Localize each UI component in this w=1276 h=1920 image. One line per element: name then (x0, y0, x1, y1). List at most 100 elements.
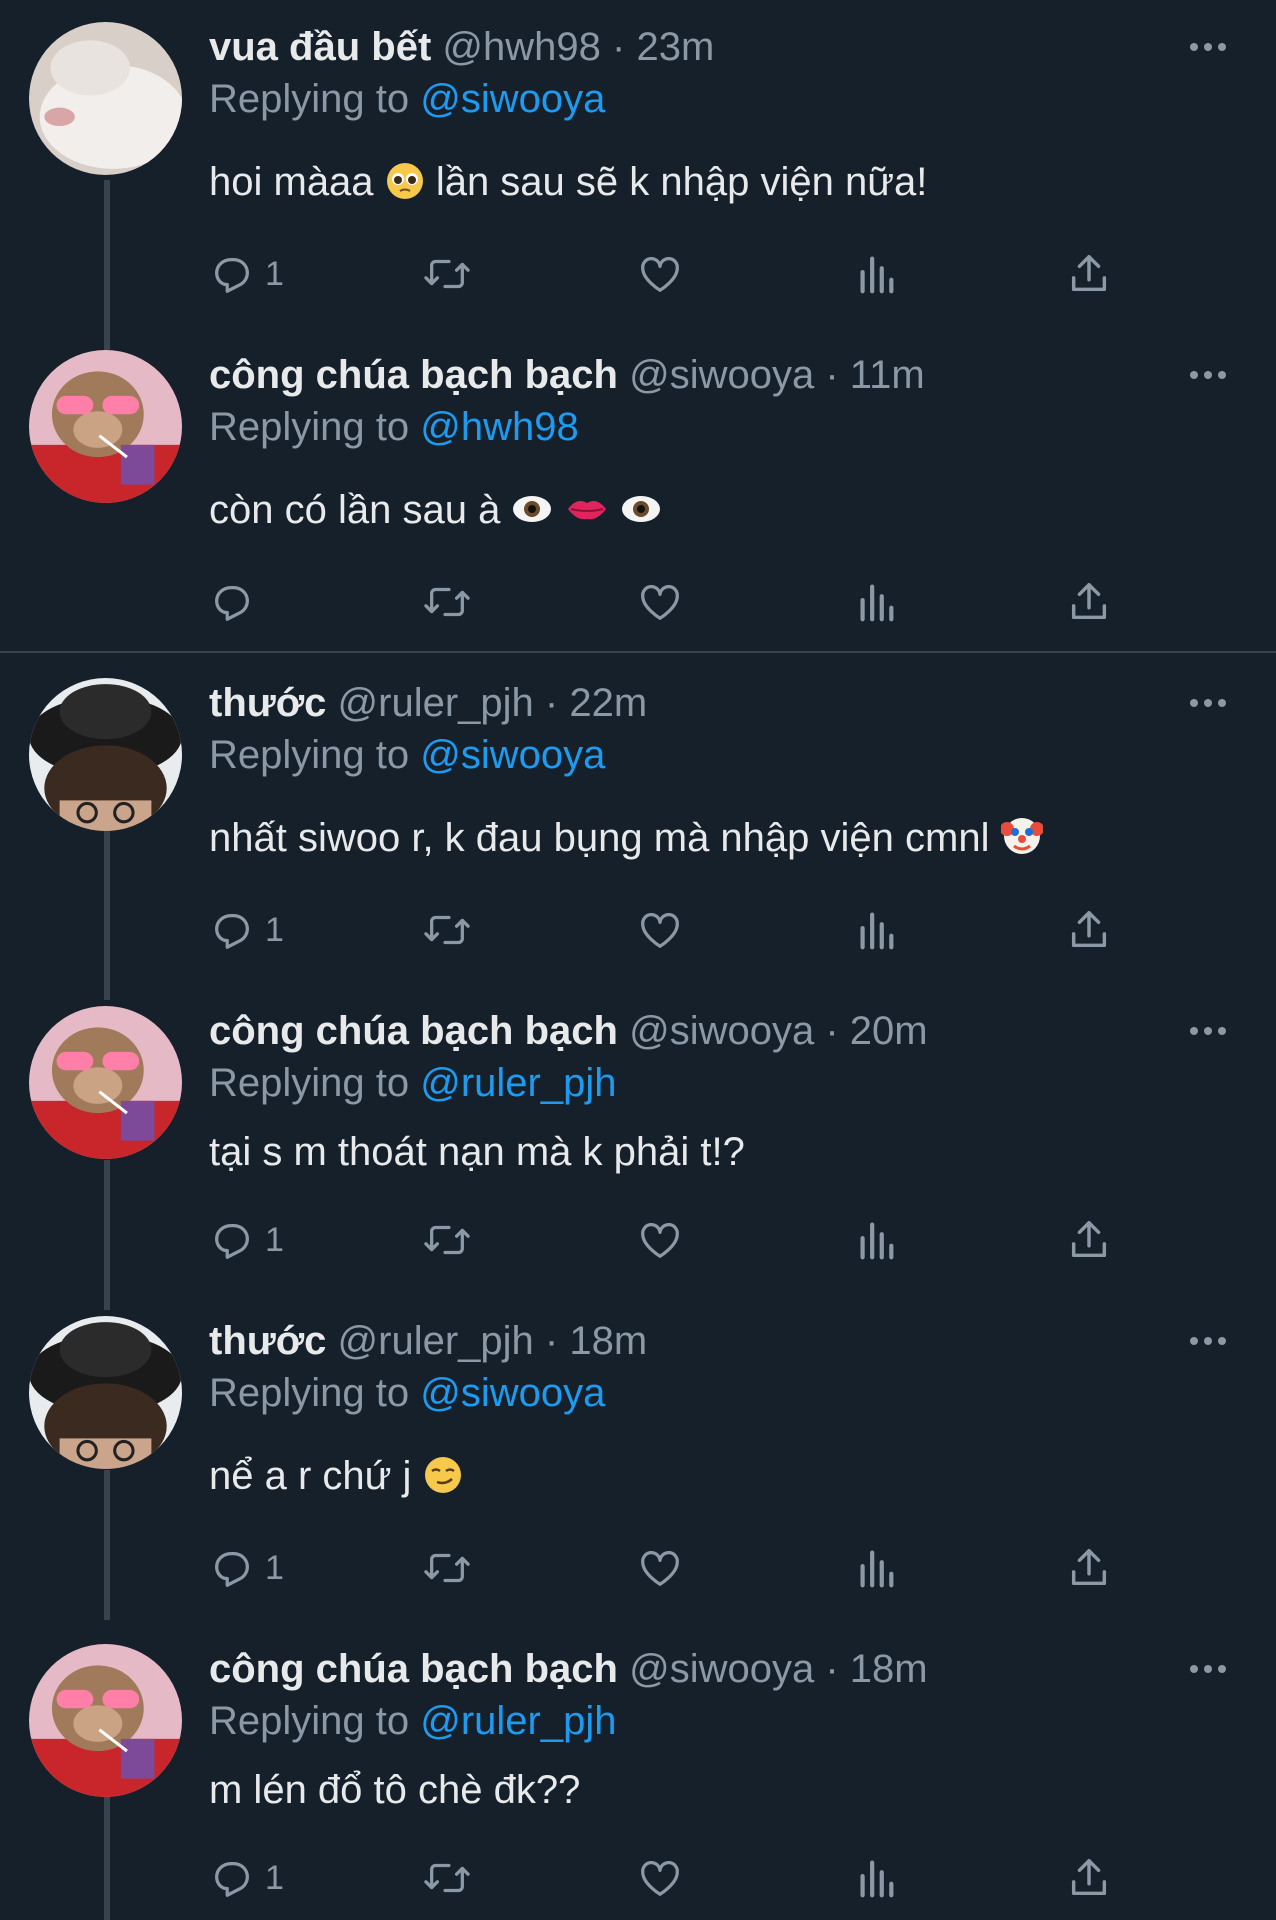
reply-button[interactable]: 1 (209, 244, 284, 304)
avatar[interactable] (29, 1644, 182, 1797)
tweet-text-content: nể a r chứ j (209, 1454, 412, 1498)
timestamp[interactable]: 22m (569, 681, 647, 725)
reply-icon (215, 585, 249, 621)
tweet[interactable]: công chúa bạch bạch @siwooya · 20m Reply… (0, 1006, 1276, 1306)
tweet[interactable]: công chúa bạch bạch @siwooya · 18m Reply… (0, 1644, 1276, 1920)
replying-to: Replying to @siwooya (209, 730, 605, 780)
replying-to-label: Replying to (209, 1061, 410, 1105)
views-button[interactable] (856, 1848, 896, 1908)
views-icon (860, 1860, 894, 1898)
retweet-icon (424, 259, 470, 289)
like-button[interactable] (637, 900, 683, 960)
retweet-button[interactable] (422, 1210, 472, 1270)
avatar[interactable] (29, 678, 182, 831)
share-button[interactable] (1066, 572, 1112, 632)
retweet-button[interactable] (422, 900, 472, 960)
tweet-text: m lén đổ tô chè đk?? (209, 1764, 580, 1816)
share-button[interactable] (1066, 1538, 1112, 1598)
avatar[interactable] (29, 1316, 182, 1469)
timestamp[interactable]: 20m (850, 1009, 928, 1053)
views-icon (860, 256, 894, 294)
reply-button[interactable]: 1 (209, 900, 284, 960)
user-handle[interactable]: @siwooya (629, 1647, 814, 1691)
reply-button[interactable]: 1 (209, 1848, 284, 1908)
share-icon (1071, 911, 1107, 948)
more-icon[interactable] (1188, 693, 1238, 713)
like-button[interactable] (637, 1848, 683, 1908)
tweet-header: công chúa bạch bạch @siwooya · 11m (209, 350, 925, 400)
views-button[interactable] (856, 244, 896, 304)
tweet-text-content: hoi màaa (209, 160, 374, 204)
display-name[interactable]: thước (209, 1319, 326, 1363)
display-name[interactable]: công chúa bạch bạch (209, 1647, 618, 1691)
separator-dot: · (544, 681, 559, 725)
like-button[interactable] (637, 572, 683, 632)
display-name[interactable]: công chúa bạch bạch (209, 353, 618, 397)
avatar[interactable] (29, 1006, 182, 1159)
more-icon[interactable] (1188, 365, 1238, 385)
user-handle[interactable]: @ruler_pjh (338, 681, 534, 725)
monkey-avatar (29, 1006, 182, 1159)
tweet-text: còn có lần sau à (209, 484, 662, 542)
user-handle[interactable]: @ruler_pjh (338, 1319, 534, 1363)
tweet-header: vua đầu bết @hwh98 · 23m (209, 22, 714, 72)
like-button[interactable] (637, 1210, 683, 1270)
share-button[interactable] (1066, 1210, 1112, 1270)
reply-button[interactable]: 1 (209, 1210, 284, 1270)
lips-icon (565, 489, 609, 542)
reply-mention-link[interactable]: @ruler_pjh (420, 1061, 616, 1105)
views-button[interactable] (856, 1210, 896, 1270)
display-name[interactable]: thước (209, 681, 326, 725)
more-icon[interactable] (1188, 37, 1238, 57)
reply-mention-link[interactable]: @siwooya (420, 77, 605, 121)
separator-dot: · (544, 1319, 559, 1363)
timestamp[interactable]: 11m (850, 353, 925, 397)
share-icon (1071, 1221, 1107, 1258)
replying-to-label: Replying to (209, 1371, 410, 1415)
retweet-button[interactable] (422, 244, 472, 304)
display-name[interactable]: công chúa bạch bạch (209, 1009, 618, 1053)
separator-dot: · (825, 1009, 839, 1053)
timestamp[interactable]: 23m (636, 25, 714, 69)
retweet-button[interactable] (422, 1538, 472, 1598)
tweet[interactable]: vua đầu bết @hwh98 · 23m Replying to @si… (0, 22, 1276, 322)
views-button[interactable] (856, 1538, 896, 1598)
tweet[interactable]: thước @ruler_pjh · 22m Replying to @siwo… (0, 678, 1276, 978)
timestamp[interactable]: 18m (850, 1647, 928, 1691)
retweet-icon (424, 587, 470, 617)
more-icon[interactable] (1188, 1021, 1238, 1041)
reply-count: 1 (265, 254, 284, 293)
heart-icon (641, 585, 679, 620)
reply-mention-link[interactable]: @siwooya (420, 1371, 605, 1415)
tweet-header: công chúa bạch bạch @siwooya · 18m (209, 1644, 928, 1694)
reply-mention-link[interactable]: @siwooya (420, 733, 605, 777)
reply-icon (215, 1223, 249, 1259)
more-icon[interactable] (1188, 1331, 1238, 1351)
views-icon (860, 1550, 894, 1588)
reply-mention-link[interactable]: @ruler_pjh (420, 1699, 616, 1743)
share-icon (1071, 255, 1107, 292)
retweet-button[interactable] (422, 1848, 472, 1908)
user-handle[interactable]: @siwooya (629, 353, 814, 397)
like-button[interactable] (637, 1538, 683, 1598)
retweet-button[interactable] (422, 572, 472, 632)
tweet[interactable]: công chúa bạch bạch @siwooya · 11m Reply… (0, 350, 1276, 650)
user-handle[interactable]: @hwh98 (442, 25, 600, 69)
reply-button[interactable]: 1 (209, 1538, 284, 1598)
avatar[interactable] (29, 350, 182, 503)
share-button[interactable] (1066, 244, 1112, 304)
reply-mention-link[interactable]: @hwh98 (420, 405, 578, 449)
share-button[interactable] (1066, 1848, 1112, 1908)
more-icon[interactable] (1188, 1659, 1238, 1679)
clown-face-icon (999, 815, 1044, 870)
views-button[interactable] (856, 572, 896, 632)
share-button[interactable] (1066, 900, 1112, 960)
reply-button[interactable] (209, 572, 265, 632)
tweet[interactable]: thước @ruler_pjh · 18m Replying to @siwo… (0, 1316, 1276, 1616)
timestamp[interactable]: 18m (569, 1319, 647, 1363)
avatar[interactable] (29, 22, 182, 175)
display-name[interactable]: vua đầu bết (209, 25, 431, 69)
user-handle[interactable]: @siwooya (629, 1009, 814, 1053)
views-button[interactable] (856, 900, 896, 960)
like-button[interactable] (637, 244, 683, 304)
